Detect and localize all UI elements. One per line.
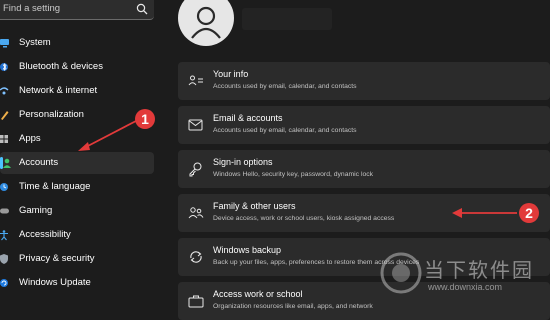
person-icon [3, 158, 11, 168]
bluetooth-icon [0, 63, 8, 71]
gamepad-icon [0, 208, 9, 214]
card-title: Family & other users [213, 201, 296, 211]
sidebar-item-label: Personalization [19, 109, 84, 120]
sidebar-item-apps[interactable]: Apps [0, 128, 154, 150]
backup-icon [190, 251, 202, 263]
watermark-title: 当下软件园 [424, 260, 534, 282]
sidebar-item-system[interactable]: System [0, 32, 154, 54]
sidebar-item-label: Bluetooth & devices [19, 61, 103, 72]
card-subtitle: Windows Hello, security key, password, d… [213, 171, 374, 178]
sidebar: Find a setting System Bluetooth & device… [0, 0, 160, 316]
search-input[interactable]: Find a setting [3, 3, 60, 14]
globe-clock-icon [0, 183, 8, 191]
sidebar-item-privacy-security[interactable]: Privacy & security [0, 248, 154, 270]
search-icon[interactable] [136, 3, 148, 15]
monitor-icon [0, 39, 9, 48]
sidebar-item-label: System [19, 37, 51, 48]
sidebar-item-label: Accessibility [19, 229, 71, 240]
key-icon [189, 162, 202, 177]
shield-icon [0, 254, 8, 264]
card-subtitle: Device access, work or school users, kio… [213, 215, 395, 222]
annotation-badge-1: 1 [135, 109, 155, 129]
sidebar-item-windows-update[interactable]: Windows Update [0, 272, 154, 294]
avatar[interactable] [178, 0, 234, 46]
card-title: Email & accounts [213, 113, 283, 123]
card-subtitle: Accounts used by email, calendar, and co… [213, 127, 357, 134]
card-title: Your info [213, 69, 249, 79]
sidebar-item-label: Time & language [19, 181, 91, 192]
sidebar-item-gaming[interactable]: Gaming [0, 200, 154, 222]
sidebar-item-accounts[interactable]: Accounts [0, 152, 154, 174]
update-icon [0, 279, 8, 287]
apps-icon [0, 135, 8, 143]
sidebar-item-label: Network & internet [19, 85, 98, 96]
card-subtitle: Organization resources like email, apps,… [213, 303, 373, 310]
id-card-icon [188, 75, 203, 86]
card-family-other-users[interactable]: Family & other users Device access, work… [178, 194, 550, 232]
sidebar-item-network[interactable]: Network & internet [0, 80, 154, 102]
watermark-url: www.downxia.com [428, 282, 503, 292]
sidebar-item-label: Accounts [19, 157, 59, 168]
card-title: Sign-in options [213, 157, 273, 167]
sidebar-item-accessibility[interactable]: Accessibility [0, 224, 154, 246]
accessibility-icon [0, 230, 8, 241]
people-icon [188, 207, 204, 219]
watermark-logo-icon [380, 252, 422, 294]
card-sign-in-options[interactable]: Sign-in options Windows Hello, security … [178, 150, 550, 188]
watermark: 当下软件园 www.downxia.com [374, 248, 550, 316]
sidebar-item-label: Windows Update [19, 277, 91, 288]
card-email-accounts[interactable]: Email & accounts Accounts used by email,… [178, 106, 550, 144]
sidebar-item-time-language[interactable]: Time & language [0, 176, 154, 198]
card-title: Windows backup [213, 245, 282, 255]
search-box[interactable]: Find a setting [0, 0, 154, 20]
card-your-info[interactable]: Your info Accounts used by email, calend… [178, 62, 550, 100]
card-subtitle: Accounts used by email, calendar, and co… [213, 83, 357, 90]
sidebar-item-bluetooth[interactable]: Bluetooth & devices [0, 56, 154, 78]
sidebar-item-label: Apps [19, 133, 41, 144]
network-icon [0, 87, 9, 95]
brush-icon [1, 111, 9, 120]
briefcase-icon [188, 295, 204, 308]
sidebar-item-label: Privacy & security [19, 253, 95, 264]
sidebar-item-label: Gaming [19, 205, 53, 216]
annotation-badge-2: 2 [519, 203, 539, 223]
user-icon [191, 6, 221, 39]
mail-icon [188, 119, 203, 131]
user-name-redacted [242, 8, 332, 30]
sidebar-item-personalization[interactable]: Personalization [0, 104, 154, 126]
card-title: Access work or school [213, 289, 303, 299]
